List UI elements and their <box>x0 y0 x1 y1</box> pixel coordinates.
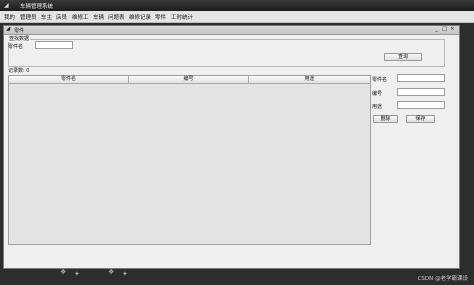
app-titlebar: ◢ 车辆管理系统 <box>0 0 474 11</box>
window-icon: ◢ <box>6 26 11 32</box>
menu-item-vehicle[interactable]: 车辆 <box>93 13 104 21</box>
search-legend: 查找数据 <box>8 35 31 42</box>
menu-item-admin[interactable]: 管理员 <box>20 13 37 21</box>
menu-item-repair-records[interactable]: 维修记录 <box>129 13 151 21</box>
desktop-icon: ✦ <box>122 270 128 278</box>
column-header-usage[interactable]: 用途 <box>249 76 370 84</box>
minimize-icon[interactable]: _ <box>435 26 438 32</box>
app-icon: ◢ <box>4 2 9 9</box>
form-number-label: 编号 <box>372 91 383 97</box>
menu-item-labor-stats[interactable]: 工时统计 <box>171 13 193 21</box>
search-part-name-label: 零件名 <box>8 44 24 50</box>
desktop-icons: ❖ ✦ ❖ ✦ <box>60 268 200 282</box>
parts-table[interactable]: 零件名 编号 用途 <box>8 75 371 245</box>
column-header-number[interactable]: 编号 <box>129 76 249 84</box>
app-title: 车辆管理系统 <box>20 4 54 10</box>
form-usage-label: 用途 <box>372 104 383 110</box>
menu-bar: 我的 管理员 车主 店员 维修工 车辆 问题表 维修记录 零件 工时统计 <box>0 11 474 23</box>
save-button[interactable]: 保存 <box>406 115 435 123</box>
search-part-name-input[interactable] <box>35 41 73 49</box>
desktop-icon: ✦ <box>74 270 80 278</box>
desktop-icon: ❖ <box>60 268 67 276</box>
parts-window-titlebar[interactable]: ◢ 零件 _ □ × <box>4 26 459 35</box>
menu-item-parts[interactable]: 零件 <box>155 13 166 21</box>
record-count: 记录数: 0 <box>8 68 30 74</box>
menu-item-owner[interactable]: 车主 <box>41 13 52 21</box>
window-title: 零件 <box>14 28 25 34</box>
form-part-name-input[interactable] <box>397 74 445 82</box>
watermark: CSDN @老学霸课设 <box>417 276 468 282</box>
menu-item-clerk[interactable]: 店员 <box>56 13 67 21</box>
parts-window: ◢ 零件 _ □ × 查找数据 零件名 查询 记录数: 0 零件名 编号 用途 … <box>3 25 460 269</box>
delete-button[interactable]: 删除 <box>373 115 398 123</box>
menu-item-mechanic[interactable]: 维修工 <box>72 13 89 21</box>
close-icon[interactable]: × <box>450 26 455 32</box>
search-fieldset <box>8 39 445 67</box>
menu-item-issues[interactable]: 问题表 <box>108 13 125 21</box>
desktop-icon: ❖ <box>108 268 115 276</box>
form-usage-input[interactable] <box>397 101 445 109</box>
form-number-input[interactable] <box>397 88 445 96</box>
form-part-name-label: 零件名 <box>372 77 388 83</box>
menu-item-mine[interactable]: 我的 <box>4 13 15 21</box>
maximize-icon[interactable]: □ <box>442 26 447 32</box>
column-header-part-name[interactable]: 零件名 <box>9 76 129 84</box>
query-button[interactable]: 查询 <box>384 53 422 61</box>
